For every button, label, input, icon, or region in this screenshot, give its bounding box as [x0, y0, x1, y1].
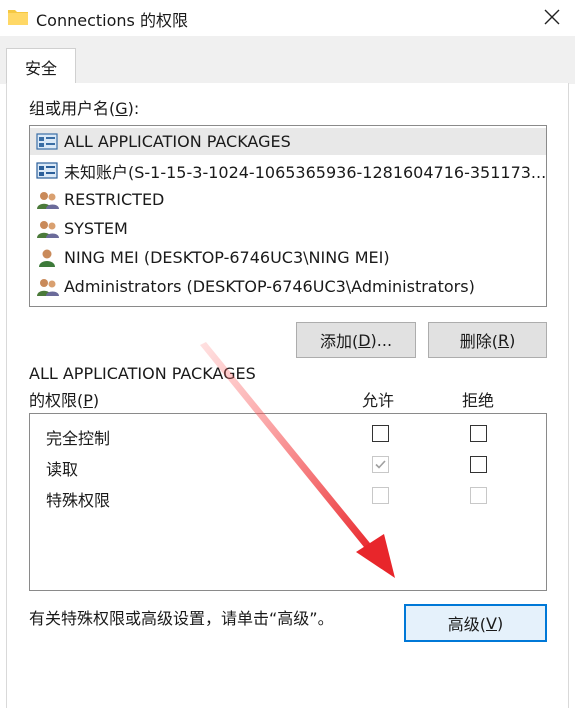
permission-name: 读取 — [46, 460, 79, 479]
permission-name: 完全控制 — [46, 429, 111, 448]
allow-checkbox[interactable] — [372, 487, 389, 504]
deny-checkbox[interactable] — [470, 425, 487, 442]
deny-checkbox[interactable] — [470, 487, 487, 504]
close-button[interactable] — [529, 0, 575, 34]
deny-column-header: 拒绝 — [462, 391, 495, 410]
advanced-hint: 有关特殊权限或高级设置，请单击“高级”。 — [29, 609, 334, 628]
allow-column-header: 允许 — [362, 391, 395, 410]
permission-name: 特殊权限 — [46, 491, 111, 510]
list-item-label: RESTRICTED — [64, 190, 165, 209]
permissions-label: 的权限(P) — [29, 391, 100, 410]
allow-checkbox[interactable] — [372, 425, 389, 442]
user-icon — [39, 249, 55, 267]
title-bar: Connections 的权限 — [0, 0, 575, 36]
group-icon — [37, 220, 59, 238]
list-item-label: NING MEI (DESKTOP-6746UC3\NING MEI) — [64, 248, 390, 267]
add-button[interactable]: 添加(D)... — [296, 322, 416, 358]
unknown-account-icon — [36, 161, 58, 179]
remove-button[interactable]: 删除(R) — [428, 322, 547, 358]
list-item-label: SYSTEM — [64, 219, 128, 238]
list-item[interactable]: SYSTEM — [30, 215, 546, 242]
deny-checkbox[interactable] — [470, 456, 487, 473]
groups-label: 组或用户名(G): — [29, 99, 140, 118]
list-item-label: 未知账户(S-1-15-3-1024-1065365936-1281604716… — [64, 162, 547, 182]
folder-icon — [8, 10, 28, 25]
app-packages-icon — [36, 132, 58, 150]
allow-checkbox[interactable] — [372, 456, 389, 473]
list-item[interactable]: NING MEI (DESKTOP-6746UC3\NING MEI) — [30, 244, 546, 271]
tab-security[interactable]: 安全 — [6, 48, 76, 85]
window-title: Connections 的权限 — [36, 11, 188, 30]
permissions-subject: ALL APPLICATION PACKAGES — [29, 364, 256, 383]
list-item-label: Administrators (DESKTOP-6746UC3\Administ… — [64, 277, 475, 296]
list-item[interactable]: RESTRICTED — [30, 186, 546, 213]
list-item[interactable]: 未知账户(S-1-15-3-1024-1065365936-1281604716… — [30, 157, 546, 184]
tab-strip: 安全 — [0, 36, 575, 85]
check-icon — [375, 460, 386, 469]
group-icon — [37, 191, 59, 209]
advanced-button[interactable]: 高级(V) — [404, 604, 547, 642]
list-item[interactable]: ALL APPLICATION PACKAGES — [30, 128, 546, 155]
list-item[interactable]: Administrators (DESKTOP-6746UC3\Administ… — [30, 273, 546, 300]
groups-list[interactable]: ALL APPLICATION PACKAGES 未知账户(S-1-15-3-1… — [29, 125, 547, 307]
list-item-label: ALL APPLICATION PACKAGES — [64, 132, 291, 151]
close-icon — [544, 9, 560, 25]
group-icon — [37, 278, 59, 296]
